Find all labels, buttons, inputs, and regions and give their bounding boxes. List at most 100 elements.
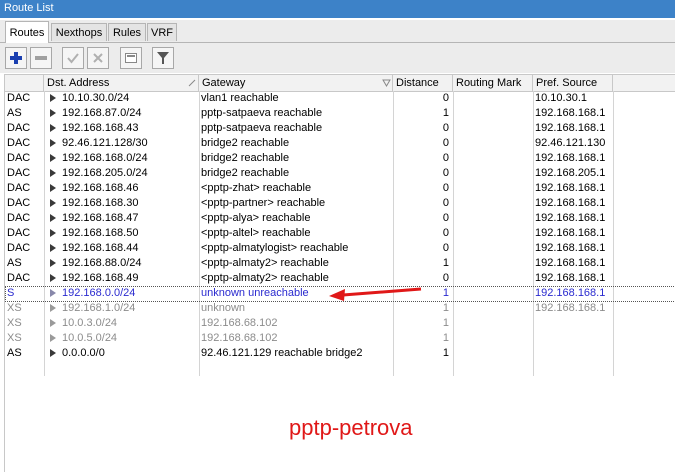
cell-flags-text: AS — [7, 347, 22, 359]
cell-dst-address-text: 0.0.0.0/0 — [62, 347, 105, 359]
expand-triangle-icon[interactable] — [50, 154, 56, 162]
cell-dst-address-text: 192.168.1.0/24 — [62, 302, 136, 314]
enable-button[interactable] — [62, 47, 84, 69]
table-row[interactable]: XS 192.168.1.0/24 unknown 1 192.168.168.1 — [5, 301, 675, 316]
enable-icon — [67, 53, 79, 64]
table-row[interactable]: DAC 192.168.168.50 <pptp-altel> reachable 0… — [5, 226, 675, 241]
cell-gateway-text: pptp-satpaeva reachable — [201, 122, 323, 134]
expand-triangle-icon[interactable] — [50, 139, 56, 147]
tab-routes[interactable]: Routes — [5, 21, 49, 43]
expand-triangle-icon[interactable] — [50, 289, 56, 297]
cell-flags-text: DAC — [7, 92, 31, 104]
expand-triangle-icon[interactable] — [50, 304, 56, 312]
cell-pref-source-text: 192.168.205.1 — [535, 167, 606, 179]
cell-gateway-text: unknown unreachable — [201, 287, 309, 299]
table-row[interactable]: DAC 192.168.168.0/24 bridge2 reachable 0 192… — [5, 151, 675, 166]
comment-icon — [125, 53, 137, 63]
cell-gateway-text: unknown — [201, 302, 246, 314]
table-row[interactable]: AS 0.0.0.0/0 92.46.121.129 reachable bridg… — [5, 346, 675, 361]
table-row[interactable]: DAC 92.46.121.128/30 bridge2 reachable 0 92.… — [5, 136, 675, 151]
expand-triangle-icon[interactable] — [50, 199, 56, 207]
expand-triangle-icon[interactable] — [50, 349, 56, 357]
table-row[interactable]: DAC 192.168.168.44 <pptp-almatylogist> rea… — [5, 241, 675, 256]
expand-triangle-icon[interactable] — [50, 229, 56, 237]
column-header-dst-address[interactable]: Dst. Address — [44, 75, 199, 91]
cell-distance-text: 1 — [442, 302, 449, 314]
cell-gateway: 192.168.68.102 — [201, 316, 391, 331]
disable-button[interactable] — [87, 47, 109, 69]
cell-distance-text: 0 — [442, 122, 449, 134]
column-header-distance[interactable]: Distance — [393, 75, 453, 91]
cell-routing-mark — [455, 226, 533, 241]
add-button[interactable] — [5, 47, 27, 69]
table-row[interactable]: AS 192.168.87.0/24 pptp-satpaeva reachable… — [5, 106, 675, 121]
filter-button[interactable] — [152, 47, 174, 69]
expand-triangle-icon[interactable] — [50, 169, 56, 177]
cell-flags: XS — [7, 316, 44, 331]
cell-gateway-text: vlan1 reachable — [201, 92, 279, 104]
cell-gateway-text: <pptp-almaty2> reachable — [201, 272, 329, 284]
cell-gateway: pptp-satpaeva reachable — [201, 106, 391, 121]
add-icon — [10, 52, 22, 64]
table-row[interactable]: DAC 192.168.168.30 <pptp-partner> reachabl… — [5, 196, 675, 211]
cell-routing-mark — [455, 151, 533, 166]
table-row[interactable]: DAC 192.168.205.0/24 bridge2 reachable 0 192… — [5, 166, 675, 181]
tab-rules[interactable]: Rules — [108, 23, 146, 41]
cell-pref-source: 192.168.168.1 — [535, 181, 613, 196]
comment-button[interactable] — [120, 47, 142, 69]
expand-triangle-icon[interactable] — [50, 334, 56, 342]
cell-distance: 1 — [393, 346, 453, 361]
cell-dst-address: 192.168.168.50 — [50, 226, 199, 241]
cell-dst-address: 192.168.168.30 — [50, 196, 199, 211]
window-titlebar: Route List — [0, 0, 675, 18]
cell-distance-text: 1 — [442, 287, 449, 299]
expand-triangle-icon[interactable] — [50, 94, 56, 102]
tab-nexthops[interactable]: Nexthops — [51, 23, 107, 41]
cell-routing-mark — [455, 346, 533, 361]
cell-flags-text: DAC — [7, 122, 31, 134]
table-row[interactable]: DAC 192.168.168.47 <pptp-alya> reachable 0 1… — [5, 211, 675, 226]
cell-dst-address-text: 10.0.5.0/24 — [62, 332, 118, 344]
cell-dst-address: 10.10.30.0/24 — [50, 91, 199, 106]
table-row[interactable]: DAC 192.168.168.46 <pptp-zhat> reachable 0 1… — [5, 181, 675, 196]
cell-pref-source — [535, 316, 613, 331]
column-header-flags[interactable] — [5, 75, 44, 91]
cell-dst-address-text: 192.168.168.0/24 — [62, 152, 148, 164]
table-row[interactable]: XS 10.0.3.0/24 192.168.68.102 1 — [5, 316, 675, 331]
remove-button[interactable] — [30, 47, 52, 69]
expand-triangle-icon[interactable] — [50, 244, 56, 252]
expand-triangle-icon[interactable] — [50, 109, 56, 117]
tab-vrf[interactable]: VRF — [147, 23, 177, 41]
expand-triangle-icon[interactable] — [50, 259, 56, 267]
cell-pref-source-text: 10.10.30.1 — [535, 92, 587, 104]
table-row[interactable]: XS 10.0.5.0/24 192.168.68.102 1 — [5, 331, 675, 346]
cell-pref-source: 192.168.168.1 — [535, 256, 613, 271]
cell-pref-source-text: 192.168.168.1 — [535, 257, 606, 269]
expand-triangle-icon[interactable] — [50, 124, 56, 132]
table-row[interactable]: DAC 192.168.168.43 pptp-satpaeva reachable… — [5, 121, 675, 136]
cell-routing-mark — [455, 91, 533, 106]
column-header-gateway[interactable]: Gateway — [199, 75, 393, 91]
cell-gateway-text: <pptp-partner> reachable — [201, 197, 326, 209]
cell-distance-text: 0 — [442, 212, 449, 224]
cell-pref-source-text: 192.168.168.1 — [535, 212, 606, 224]
cell-dst-address: 92.46.121.128/30 — [50, 136, 199, 151]
cell-flags: AS — [7, 256, 44, 271]
cell-flags: DAC — [7, 181, 44, 196]
expand-triangle-icon[interactable] — [50, 274, 56, 282]
expand-triangle-icon[interactable] — [50, 184, 56, 192]
column-header-routing-mark[interactable]: Routing Mark — [453, 75, 533, 91]
expand-triangle-icon[interactable] — [50, 214, 56, 222]
cell-pref-source-text: 92.46.121.130 — [535, 137, 606, 149]
expand-triangle-icon[interactable] — [50, 319, 56, 327]
cell-flags-text: XS — [7, 317, 22, 329]
cell-pref-source-text: 192.168.168.1 — [535, 152, 606, 164]
table-row[interactable]: AS 192.168.88.0/24 <pptp-almaty2> reachabl… — [5, 256, 675, 271]
cell-gateway-text: 192.168.68.102 — [201, 332, 278, 344]
cell-pref-source: 192.168.168.1 — [535, 106, 613, 121]
cell-pref-source-text: 192.168.168.1 — [535, 227, 606, 239]
table-row[interactable]: DAC 10.10.30.0/24 vlan1 reachable 0 10.10.30… — [5, 91, 675, 106]
cell-dst-address-text: 10.0.3.0/24 — [62, 317, 118, 329]
column-header-pref-source[interactable]: Pref. Source — [533, 75, 613, 91]
cell-pref-source — [535, 331, 613, 346]
